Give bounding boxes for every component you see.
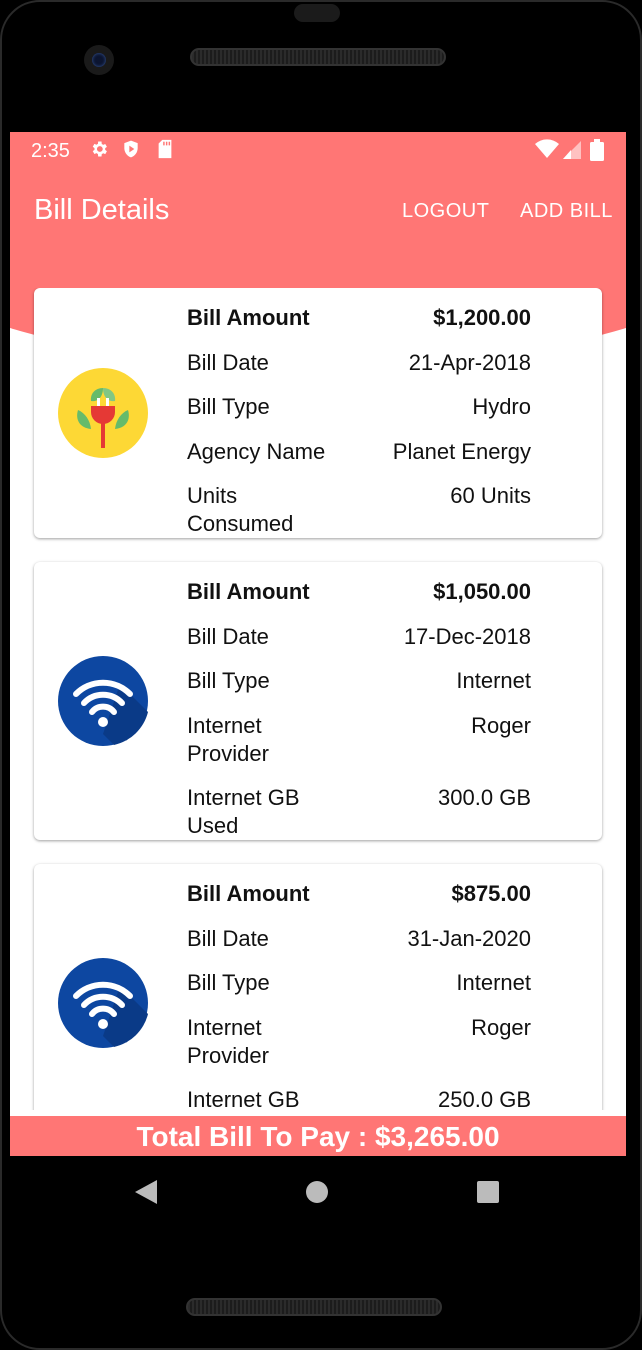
usage-value: 300.0 GB	[438, 785, 531, 810]
bill-type-label: Bill Type	[187, 394, 270, 419]
bill-date-label: Bill Date	[187, 926, 269, 951]
bill-date-value: 21-Apr-2018	[408, 350, 531, 375]
usage-label: Units Consumed	[187, 483, 294, 536]
provider-value: Planet Energy	[392, 439, 531, 464]
app-screen: 2:35 Bill Details LOGOUT ADD BILL Bill A…	[10, 132, 626, 1156]
usage-label: Internet GB Used	[187, 1087, 300, 1110]
hydro-plug-icon	[58, 368, 148, 458]
status-bar: 2:35	[10, 132, 626, 170]
usage-value: 60 Units	[450, 483, 531, 508]
wifi-status-icon	[535, 139, 559, 161]
usage-value: 250.0 GB	[438, 1087, 531, 1110]
provider-value: Roger	[471, 1015, 531, 1040]
wifi-icon	[58, 958, 148, 1048]
bill-amount-value: $1,200.00	[433, 305, 531, 330]
add-bill-button[interactable]: ADD BILL	[520, 200, 613, 223]
signal-icon	[561, 139, 583, 161]
bill-card[interactable]: Bill Amount $1,200.00 Bill Date 21-Apr-2…	[34, 288, 602, 538]
provider-value: Roger	[471, 713, 531, 738]
bill-amount-label: Bill Amount	[187, 881, 310, 906]
bill-type-value: Internet	[456, 970, 531, 995]
status-time: 2:35	[31, 140, 70, 162]
bill-type-value: Hydro	[472, 394, 531, 419]
camera-icon	[84, 45, 114, 75]
provider-label: Internet Provider	[187, 1015, 269, 1068]
home-nav-icon[interactable]	[306, 1181, 328, 1203]
back-nav-icon[interactable]	[135, 1180, 157, 1204]
recents-nav-icon[interactable]	[477, 1181, 499, 1203]
page-title: Bill Details	[34, 194, 170, 226]
bill-date-label: Bill Date	[187, 350, 269, 375]
bill-type-label: Bill Type	[187, 970, 270, 995]
total-bill-bar: Total Bill To Pay : $3,265.00	[10, 1116, 626, 1156]
usage-label: Internet GB Used	[187, 785, 300, 838]
settings-gear-icon	[89, 139, 111, 161]
wifi-icon	[58, 656, 148, 746]
logout-button[interactable]: LOGOUT	[402, 200, 489, 223]
bill-card[interactable]: Bill Amount $875.00 Bill Date 31-Jan-202…	[34, 864, 602, 1110]
bill-card[interactable]: Bill Amount $1,050.00 Bill Date 17-Dec-2…	[34, 562, 602, 840]
bill-type-value: Internet	[456, 668, 531, 693]
provider-label: Agency Name	[187, 439, 326, 464]
bill-amount-value: $875.00	[451, 881, 531, 906]
battery-icon	[590, 139, 612, 161]
sd-card-icon	[156, 139, 178, 161]
bill-date-value: 31-Jan-2020	[407, 926, 531, 951]
bottom-speaker	[186, 1298, 442, 1316]
bill-amount-label: Bill Amount	[187, 305, 310, 330]
phone-notch	[294, 4, 340, 22]
phone-frame: 2:35 Bill Details LOGOUT ADD BILL Bill A…	[0, 0, 642, 1350]
bill-type-label: Bill Type	[187, 668, 270, 693]
bill-date-value: 17-Dec-2018	[403, 624, 531, 649]
earpiece-speaker	[190, 48, 446, 66]
bill-list[interactable]: Bill Amount $1,200.00 Bill Date 21-Apr-2…	[10, 288, 626, 1110]
bill-date-label: Bill Date	[187, 624, 269, 649]
bill-amount-label: Bill Amount	[187, 579, 310, 604]
bill-amount-value: $1,050.00	[433, 579, 531, 604]
provider-label: Internet Provider	[187, 713, 269, 766]
shield-icon	[121, 139, 143, 161]
